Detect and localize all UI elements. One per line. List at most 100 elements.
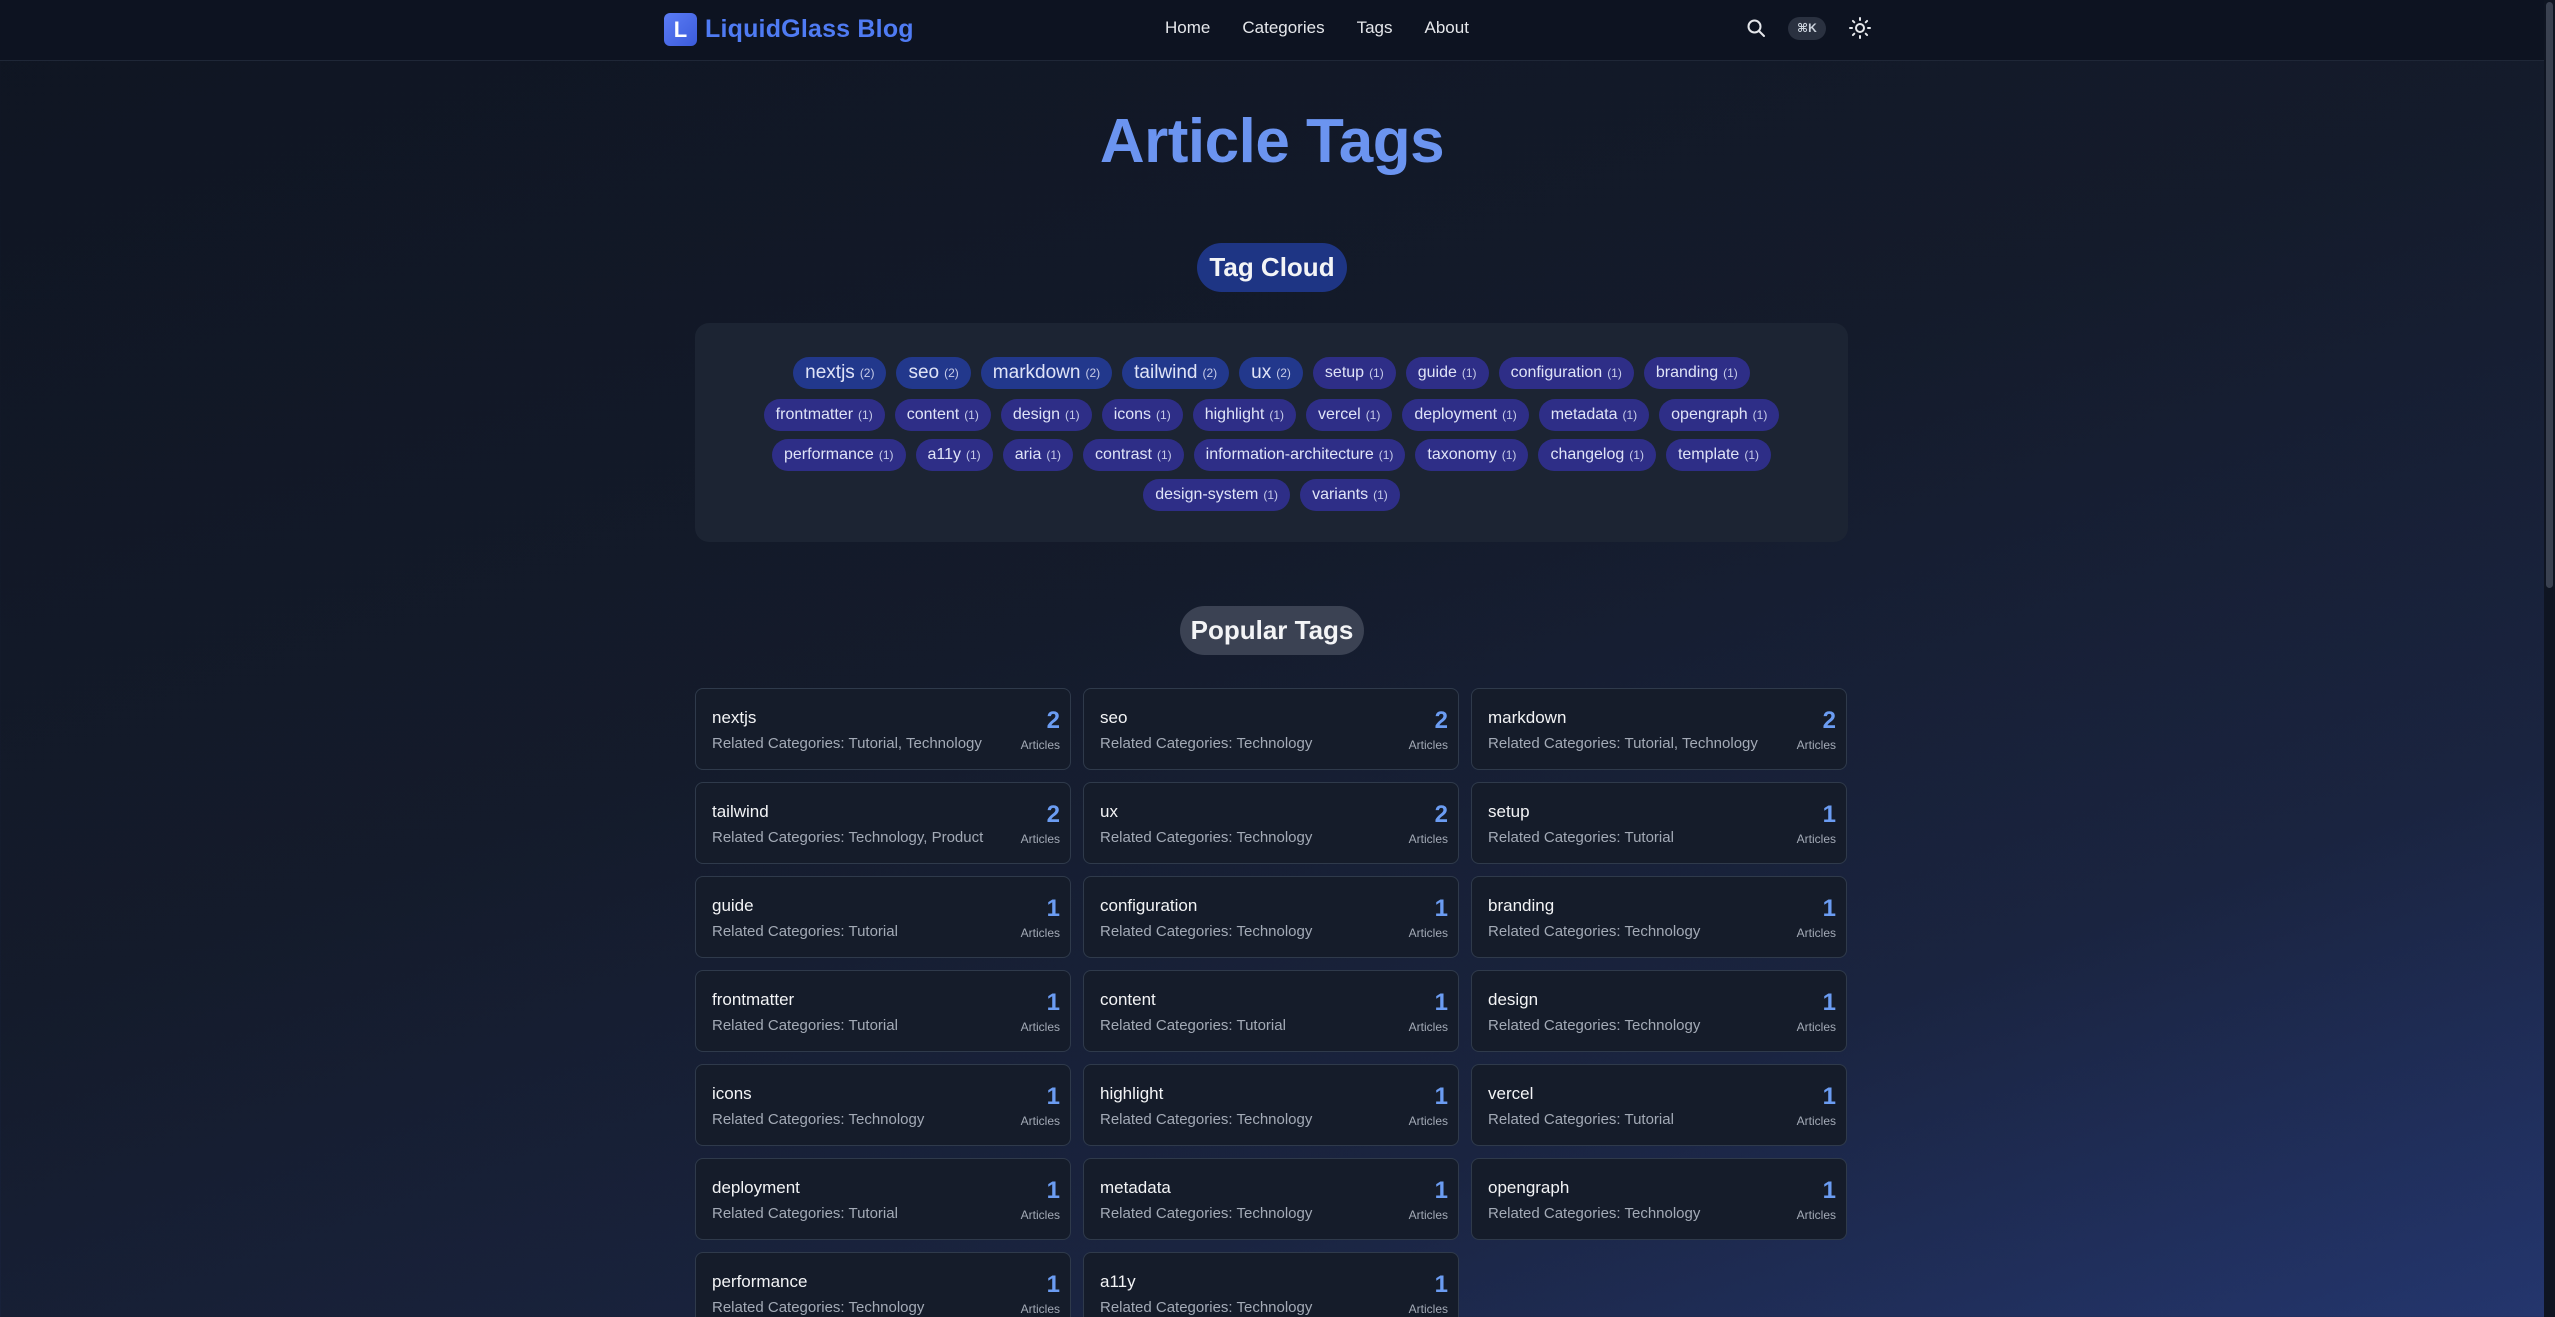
scrollbar-thumb[interactable] bbox=[2546, 2, 2553, 588]
tag-card-name: vercel bbox=[1488, 1084, 1534, 1103]
tag-chip-label: seo bbox=[908, 362, 940, 383]
tag-card-count: 2 bbox=[1046, 801, 1060, 828]
brand-title: LiquidGlass Blog bbox=[705, 15, 914, 43]
tag-card-name: opengraph bbox=[1488, 1178, 1570, 1197]
tag-card-count: 1 bbox=[1822, 895, 1836, 922]
tag-chip-count: (1) bbox=[1269, 408, 1284, 422]
tag-chip-count: (1) bbox=[1156, 408, 1171, 422]
tag-chip-configuration[interactable]: configuration (1) bbox=[1498, 357, 1634, 389]
tag-chip-template[interactable]: template (1) bbox=[1665, 439, 1771, 471]
search-icon[interactable] bbox=[1745, 17, 1767, 39]
tag-card-categories: Related Categories: Technology, Product bbox=[712, 829, 984, 846]
nav-tags[interactable]: Tags bbox=[1357, 18, 1393, 38]
tag-card-nextjs[interactable]: nextjs Related Categories: Tutorial, Tech… bbox=[695, 688, 1071, 770]
tag-chip-label: contrast bbox=[1095, 446, 1152, 463]
tag-card-name: icons bbox=[712, 1084, 752, 1103]
tag-card-name: markdown bbox=[1488, 708, 1567, 727]
tag-chip-opengraph[interactable]: opengraph (1) bbox=[1659, 399, 1780, 431]
popular-tags-grid: nextjs Related Categories: Tutorial, Tech… bbox=[695, 688, 1848, 1317]
tag-chip-tailwind[interactable]: tailwind (2) bbox=[1122, 357, 1230, 389]
tag-chip-contrast[interactable]: contrast (1) bbox=[1083, 439, 1184, 471]
nav-about[interactable]: About bbox=[1425, 18, 1469, 38]
nav-home[interactable]: Home bbox=[1165, 18, 1210, 38]
search-shortcut-badge[interactable]: ⌘K bbox=[1788, 17, 1826, 40]
tag-card-unit: Articles bbox=[1020, 1020, 1060, 1034]
tag-chip-deployment[interactable]: deployment (1) bbox=[1402, 399, 1529, 431]
tag-chip-information-architecture[interactable]: information-architecture (1) bbox=[1193, 439, 1406, 471]
tag-chip-design-system[interactable]: design-system (1) bbox=[1143, 479, 1291, 511]
tag-card-categories: Related Categories: Tutorial bbox=[712, 1017, 898, 1034]
tag-card-seo[interactable]: seo Related Categories: Technology 2 Articl… bbox=[1083, 688, 1459, 770]
tag-chip-frontmatter[interactable]: frontmatter (1) bbox=[763, 399, 885, 431]
tag-card-branding[interactable]: branding Related Categories: Technology 1 A… bbox=[1471, 876, 1847, 958]
brand-link[interactable]: L LiquidGlass Blog bbox=[664, 13, 914, 46]
tag-chip-vercel[interactable]: vercel (1) bbox=[1306, 399, 1393, 431]
tag-card-frontmatter[interactable]: frontmatter Related Categories: Tutorial 1… bbox=[695, 970, 1071, 1052]
tag-chip-count: (1) bbox=[1378, 448, 1394, 462]
tag-chip-count: (1) bbox=[1373, 488, 1388, 502]
tag-chip-content[interactable]: content (1) bbox=[894, 399, 991, 431]
tag-card-unit: Articles bbox=[1408, 926, 1448, 940]
tag-chip-ux[interactable]: ux (2) bbox=[1239, 357, 1303, 389]
tag-chip-performance[interactable]: performance (1) bbox=[772, 439, 906, 471]
tag-chip-guide[interactable]: guide (1) bbox=[1405, 357, 1489, 389]
tag-card-count: 1 bbox=[1046, 989, 1060, 1016]
tag-card-deployment[interactable]: deployment Related Categories: Tutorial 1 A… bbox=[695, 1158, 1071, 1240]
tag-chip-label: design bbox=[1012, 406, 1061, 423]
tag-chip-count: (2) bbox=[944, 366, 959, 380]
tag-card-setup[interactable]: setup Related Categories: Tutorial 1 Articl… bbox=[1471, 782, 1847, 864]
tag-chip-count: (1) bbox=[1752, 408, 1768, 422]
tag-chip-label: variants bbox=[1312, 486, 1369, 503]
tag-card-opengraph[interactable]: opengraph Related Categories: Technology 1… bbox=[1471, 1158, 1847, 1240]
tag-card-icons[interactable]: icons Related Categories: Technology 1 Arti… bbox=[695, 1064, 1071, 1146]
tag-chip-setup[interactable]: setup (1) bbox=[1312, 357, 1396, 389]
tag-chip-metadata[interactable]: metadata (1) bbox=[1538, 399, 1650, 431]
tag-chip-seo[interactable]: seo (2) bbox=[896, 357, 971, 389]
tag-chip-changelog[interactable]: changelog (1) bbox=[1538, 439, 1656, 471]
tag-card-configuration[interactable]: configuration Related Categories: Technol… bbox=[1083, 876, 1459, 958]
nav-categories[interactable]: Categories bbox=[1242, 18, 1324, 38]
tag-card-content[interactable]: content Related Categories: Tutorial 1 Arti… bbox=[1083, 970, 1459, 1052]
tag-chip-count: (1) bbox=[1607, 366, 1622, 380]
tag-card-name: deployment bbox=[712, 1178, 800, 1197]
tag-chip-aria[interactable]: aria (1) bbox=[1002, 439, 1074, 471]
tag-card-metadata[interactable]: metadata Related Categories: Technology 1 A… bbox=[1083, 1158, 1459, 1240]
sun-icon[interactable] bbox=[1848, 16, 1872, 40]
tag-chip-label: design-system bbox=[1155, 486, 1259, 503]
top-navbar: L LiquidGlass Blog Home Categories Tags … bbox=[0, 0, 2555, 61]
tag-chip-variants[interactable]: variants (1) bbox=[1300, 479, 1400, 511]
tag-chip-design[interactable]: design (1) bbox=[1000, 399, 1092, 431]
tag-card-categories: Related Categories: Technology bbox=[712, 1111, 925, 1128]
tag-chip-nextjs[interactable]: nextjs (2) bbox=[793, 357, 887, 389]
tag-chip-label: changelog bbox=[1550, 446, 1625, 463]
tag-chip-highlight[interactable]: highlight (1) bbox=[1192, 399, 1296, 431]
tag-chip-count: (1) bbox=[1622, 408, 1638, 422]
tag-chip-taxonomy[interactable]: taxonomy (1) bbox=[1415, 439, 1529, 471]
tag-cloud-row: performance (1) a11y (1) aria (1) contrast (1) i… bbox=[695, 439, 1848, 471]
tag-chip-label: guide bbox=[1417, 364, 1457, 381]
tag-card-vercel[interactable]: vercel Related Categories: Tutorial 1 Artic… bbox=[1471, 1064, 1847, 1146]
tag-card-count: 1 bbox=[1046, 1083, 1060, 1110]
tag-chip-label: content bbox=[906, 406, 960, 423]
tag-card-categories: Related Categories: Tutorial, Technology bbox=[1488, 735, 1758, 752]
tag-card-tailwind[interactable]: tailwind Related Categories: Technology, … bbox=[695, 782, 1071, 864]
tag-card-unit: Articles bbox=[1408, 1020, 1448, 1034]
tag-chip-branding[interactable]: branding (1) bbox=[1643, 357, 1750, 389]
main-nav: Home Categories Tags About bbox=[1165, 18, 1469, 38]
tag-card-categories: Related Categories: Tutorial bbox=[712, 923, 898, 940]
tag-chip-icons[interactable]: icons (1) bbox=[1101, 399, 1183, 431]
tag-card-unit: Articles bbox=[1020, 926, 1060, 940]
tag-card-a11y[interactable]: a11y Related Categories: Technology 1 Artic… bbox=[1083, 1252, 1459, 1317]
tag-card-markdown[interactable]: markdown Related Categories: Tutorial, Te… bbox=[1471, 688, 1847, 770]
tag-card-name: setup bbox=[1488, 802, 1530, 821]
tag-card-highlight[interactable]: highlight Related Categories: Technology 1… bbox=[1083, 1064, 1459, 1146]
tag-card-ux[interactable]: ux Related Categories: Technology 2 Article… bbox=[1083, 782, 1459, 864]
tag-card-performance[interactable]: performance Related Categories: Technolog… bbox=[695, 1252, 1071, 1317]
tag-chip-a11y[interactable]: a11y (1) bbox=[915, 439, 993, 471]
tag-card-count: 2 bbox=[1434, 801, 1448, 828]
tag-card-unit: Articles bbox=[1796, 1020, 1836, 1034]
tag-card-design[interactable]: design Related Categories: Technology 1 Art… bbox=[1471, 970, 1847, 1052]
tag-card-guide[interactable]: guide Related Categories: Tutorial 1 Articl… bbox=[695, 876, 1071, 958]
tag-card-unit: Articles bbox=[1408, 832, 1448, 846]
tag-chip-markdown[interactable]: markdown (2) bbox=[980, 357, 1113, 389]
